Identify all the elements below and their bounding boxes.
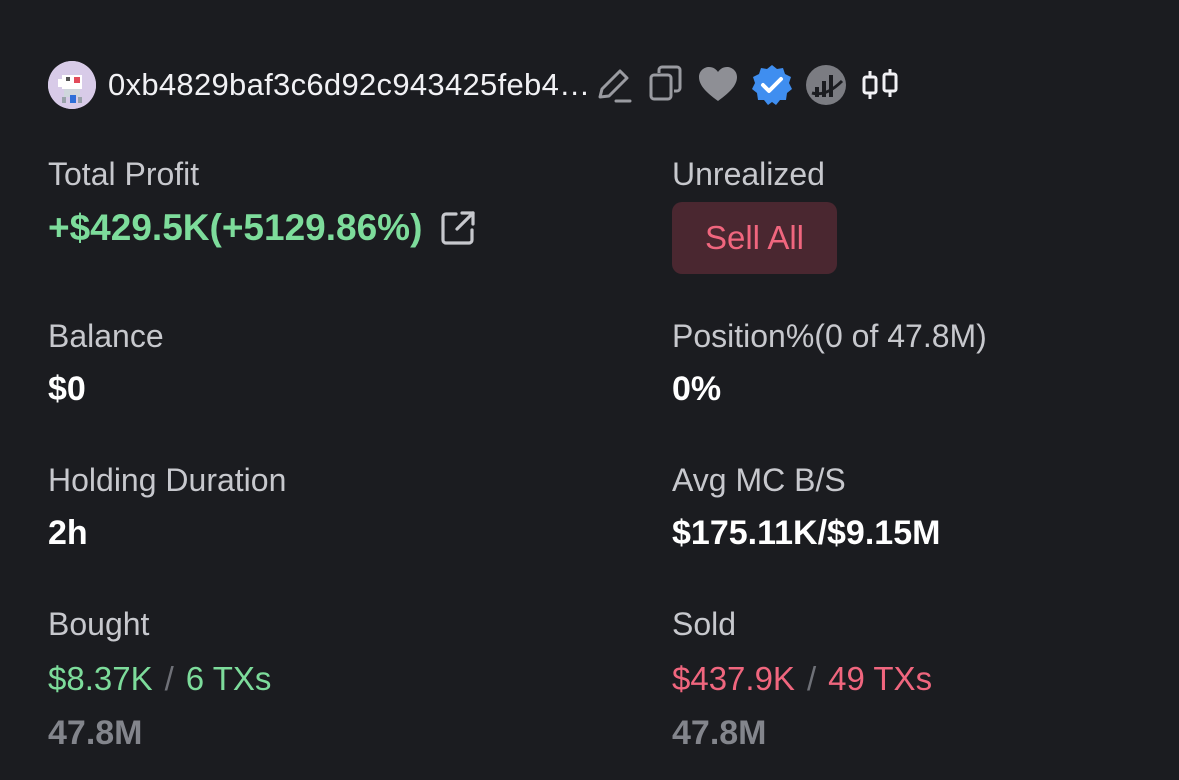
unrealized-label: Unrealized (672, 156, 825, 192)
total-profit-row: +$429.5K(+5129.86%) (48, 207, 478, 249)
holding-duration-label: Holding Duration (48, 462, 287, 498)
bought-amount: $8.37K (48, 660, 153, 697)
pixel-avatar-icon (48, 61, 96, 109)
sold-txs[interactable]: 49 TXs (828, 660, 932, 697)
avg-mc-value: $175.11K/$9.15M (672, 514, 941, 552)
bought-row: $8.37K / 6 TXs (48, 660, 271, 698)
copy-icon[interactable] (646, 63, 686, 107)
total-profit-label: Total Profit (48, 156, 200, 192)
sold-tokens: 47.8M (672, 714, 767, 752)
avg-mc-label: Avg MC B/S (672, 462, 846, 498)
bought-label: Bought (48, 606, 150, 642)
bought-separator: / (164, 660, 174, 697)
edit-icon[interactable] (592, 63, 636, 107)
verified-badge-icon (752, 65, 793, 105)
avatar[interactable] (48, 61, 96, 109)
sold-separator: / (806, 660, 817, 697)
sold-label: Sold (672, 606, 737, 642)
holding-duration-value: 2h (48, 514, 88, 552)
balance-value: $0 (48, 370, 86, 408)
external-link-icon[interactable] (438, 208, 478, 248)
position-value: 0% (672, 370, 722, 408)
wallet-header: 0xb4829baf3c6d92c943425feb4… (48, 60, 902, 110)
chart-app-icon[interactable] (804, 63, 848, 107)
position-label: Position%(0 of 47.8M) (672, 318, 987, 354)
heart-icon[interactable] (696, 63, 740, 107)
sold-amount: $437.9K (672, 660, 795, 697)
balance-label: Balance (48, 318, 164, 354)
wallet-address[interactable]: 0xb4829baf3c6d92c943425feb4… (108, 67, 590, 103)
bought-txs[interactable]: 6 TXs (186, 660, 272, 697)
sold-row: $437.9K / 49 TXs (672, 660, 932, 698)
total-profit-value: +$429.5K(+5129.86%) (48, 207, 423, 248)
bought-tokens: 47.8M (48, 714, 143, 752)
candlestick-icon[interactable] (858, 63, 902, 107)
sell-all-button[interactable]: Sell All (672, 202, 837, 274)
